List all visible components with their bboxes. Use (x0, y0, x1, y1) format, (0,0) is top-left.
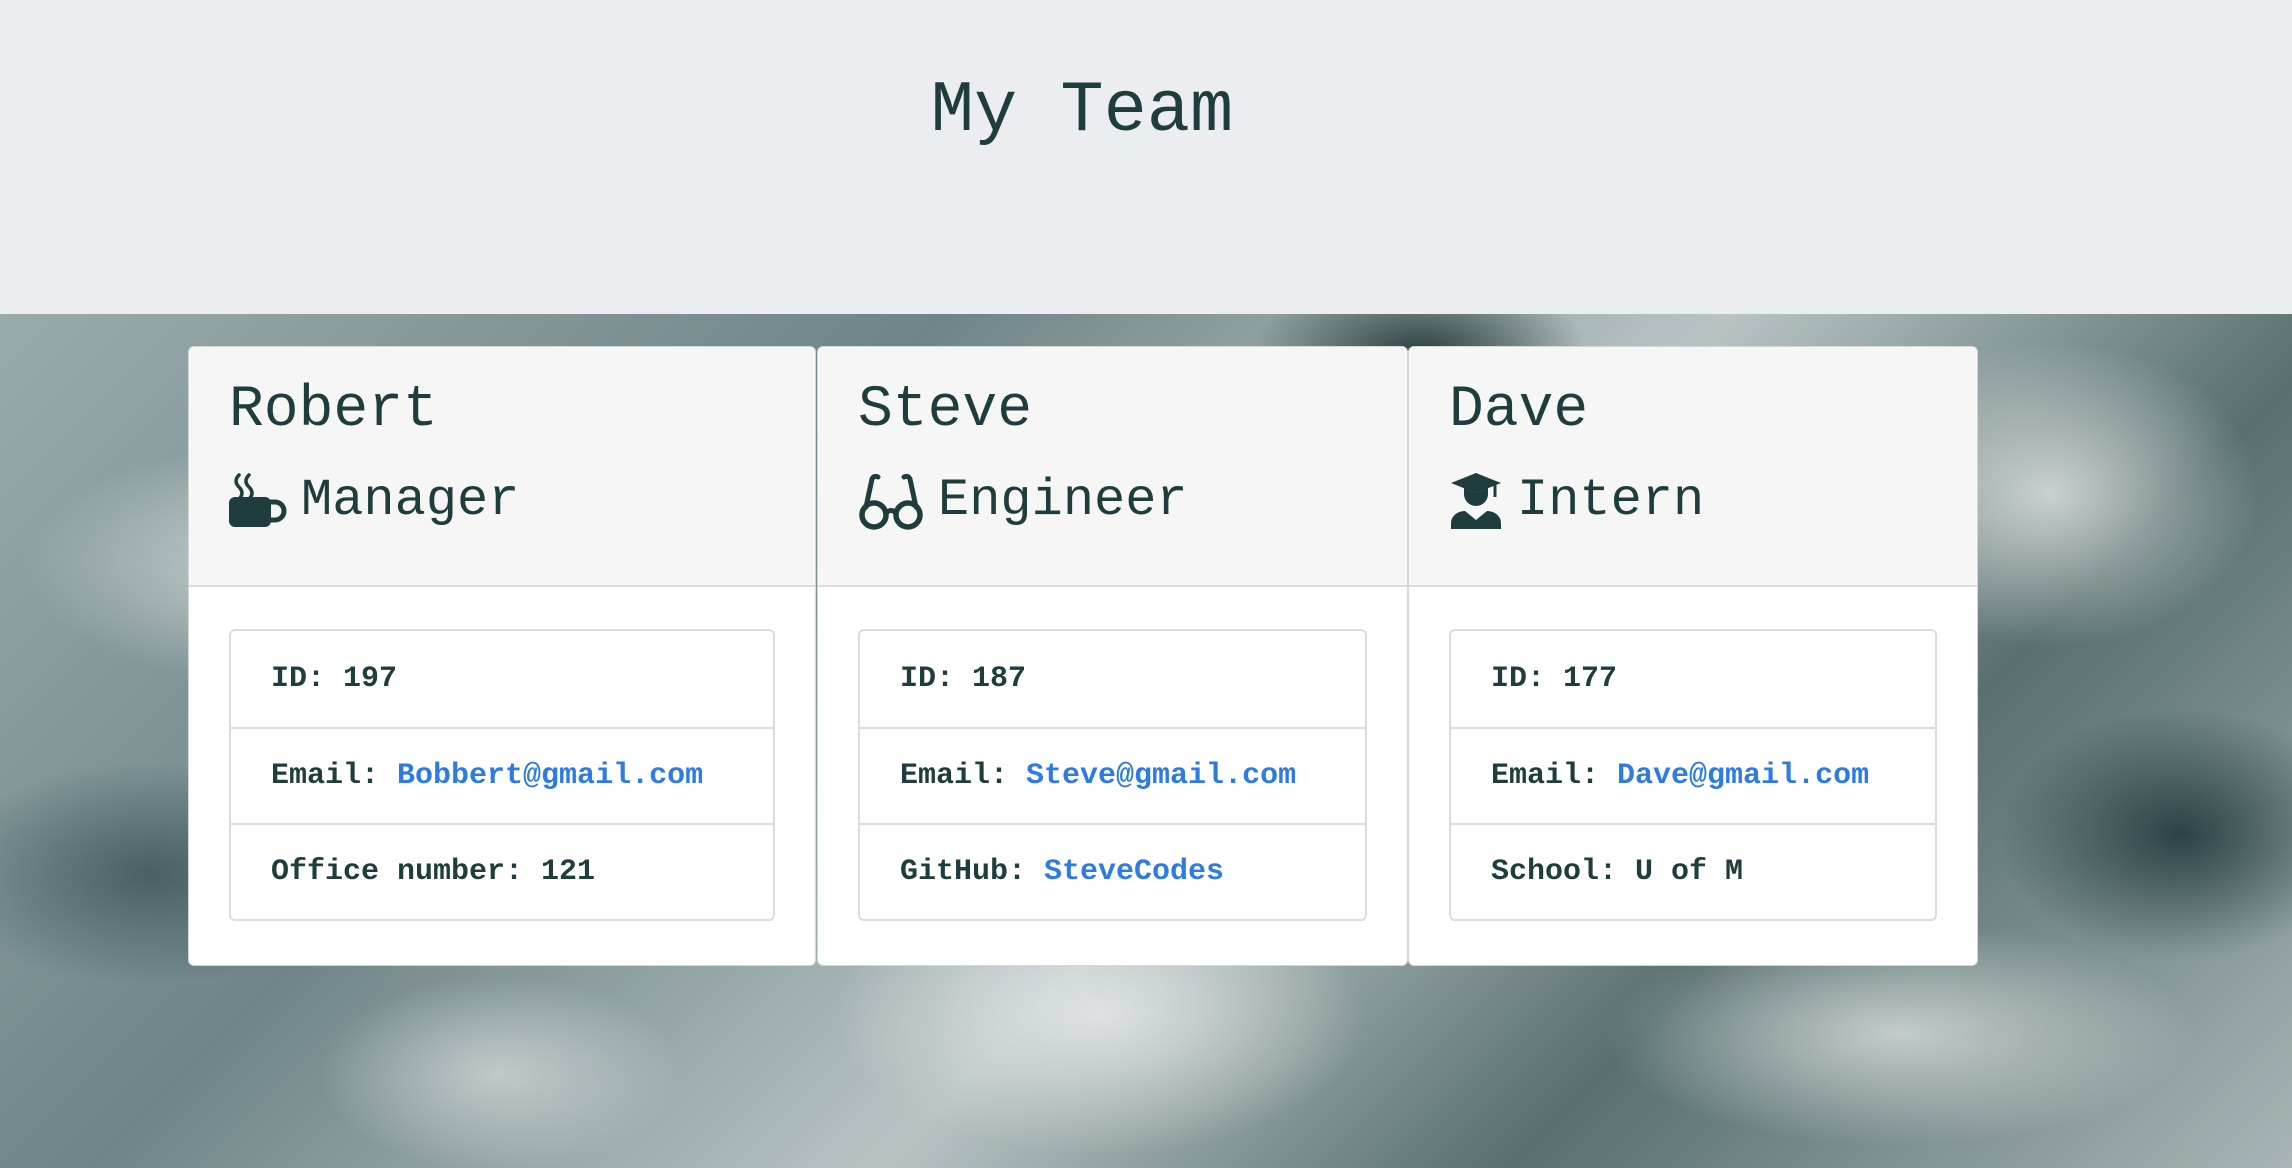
list-item-id: ID: 197 (231, 631, 773, 727)
list-item-office: Office number: 121 (231, 823, 773, 919)
employee-card-engineer: Steve Engineer ID: 187 Email: Steve@gmai… (817, 346, 1408, 966)
employee-role: Engineer (858, 471, 1407, 531)
id-label: ID: (271, 662, 326, 696)
employee-name: Robert (229, 378, 438, 443)
role-label: Intern (1517, 471, 1705, 530)
list-item-email: Email: Dave@gmail.com (1451, 727, 1935, 823)
page-header: My Team (0, 0, 2292, 314)
list-item-email: Email: Steve@gmail.com (860, 727, 1365, 823)
list-item-id: ID: 187 (860, 631, 1365, 727)
email-link[interactable]: Bobbert@gmail.com (397, 759, 703, 793)
school-label: School: (1491, 855, 1618, 889)
glasses-icon (858, 471, 924, 531)
employee-name: Steve (858, 378, 1033, 443)
employee-card-intern: Dave Intern ID: 177 Email: Dave@gmail.co… (1408, 346, 1978, 966)
coffee-mug-icon (229, 471, 287, 531)
card-header: Steve Engineer (818, 347, 1407, 587)
graduate-icon (1449, 471, 1503, 531)
email-label: Email: (1491, 759, 1600, 793)
list-item-id: ID: 177 (1451, 631, 1935, 727)
card-body: ID: 177 Email: Dave@gmail.com School: U … (1409, 587, 1977, 921)
card-body: ID: 187 Email: Steve@gmail.com GitHub: S… (818, 587, 1407, 921)
employee-role: Intern (1449, 471, 1977, 531)
employee-details-list: ID: 177 Email: Dave@gmail.com School: U … (1449, 629, 1937, 921)
card-header: Robert Manager (189, 347, 815, 587)
employee-role: Manager (229, 471, 815, 531)
id-label: ID: (900, 662, 955, 696)
github-label: GitHub: (900, 855, 1027, 889)
email-link[interactable]: Dave@gmail.com (1617, 759, 1869, 793)
employee-name: Dave (1449, 378, 1589, 443)
list-item-school: School: U of M (1451, 823, 1935, 919)
email-label: Email: (900, 759, 1009, 793)
role-label: Engineer (938, 471, 1188, 530)
office-label: Office number: (271, 855, 524, 889)
office-value: 121 (541, 855, 596, 889)
card-header: Dave Intern (1409, 347, 1977, 587)
id-value: 187 (972, 662, 1027, 696)
github-link[interactable]: SteveCodes (1044, 855, 1224, 889)
school-value: U of M (1635, 855, 1744, 889)
list-item-github: GitHub: SteveCodes (860, 823, 1365, 919)
id-label: ID: (1491, 662, 1546, 696)
id-value: 177 (1563, 662, 1618, 696)
page-title: My Team (930, 70, 1234, 152)
list-item-email: Email: Bobbert@gmail.com (231, 727, 773, 823)
employee-details-list: ID: 197 Email: Bobbert@gmail.com Office … (229, 629, 775, 921)
card-body: ID: 197 Email: Bobbert@gmail.com Office … (189, 587, 815, 921)
employee-details-list: ID: 187 Email: Steve@gmail.com GitHub: S… (858, 629, 1367, 921)
employee-card-manager: Robert Manager ID: 197 Email: Bobbert@gm… (188, 346, 816, 966)
role-label: Manager (301, 471, 520, 530)
email-label: Email: (271, 759, 380, 793)
id-value: 197 (343, 662, 398, 696)
email-link[interactable]: Steve@gmail.com (1026, 759, 1296, 793)
